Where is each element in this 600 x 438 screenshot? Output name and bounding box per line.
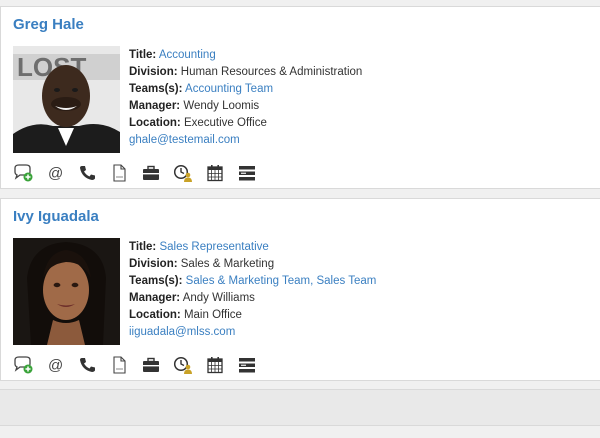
phone-icon[interactable]: [77, 164, 97, 182]
chat-add-icon[interactable]: [13, 356, 33, 374]
teams-link[interactable]: Accounting Team: [185, 83, 273, 95]
document-icon[interactable]: [109, 356, 129, 374]
division-label: Division:: [129, 66, 178, 78]
svg-text:@: @: [48, 357, 63, 374]
email-link[interactable]: ghale@testemail.com: [129, 134, 240, 146]
briefcase-icon[interactable]: [141, 164, 161, 182]
title-link[interactable]: Accounting: [159, 49, 216, 61]
list-icon[interactable]: [237, 164, 257, 182]
manager-value: Andy Williams: [182, 292, 255, 304]
person-card: Ivy Iguadala Title: Sales Representative…: [0, 198, 600, 381]
person-details: Title: Accounting Division: Human Resour…: [129, 47, 362, 149]
manager-label: Manager:: [129, 100, 181, 112]
location-value: Main Office: [183, 309, 242, 321]
teams-link[interactable]: Sales & Marketing Team, Sales Team: [186, 275, 377, 287]
location-value: Executive Office: [183, 117, 267, 129]
briefcase-icon[interactable]: [141, 356, 161, 374]
division-value: Human Resources & Administration: [180, 66, 363, 78]
teams-label: Teams(s):: [129, 275, 183, 287]
division-value: Sales & Marketing: [180, 258, 275, 270]
person-photo: [13, 238, 120, 345]
clock-user-icon[interactable]: [173, 356, 193, 374]
chat-add-icon[interactable]: [13, 164, 33, 182]
list-footer: [0, 389, 600, 426]
list-icon[interactable]: [237, 356, 257, 374]
person-details: Title: Sales Representative Division: Sa…: [129, 239, 376, 341]
phone-icon[interactable]: [77, 356, 97, 374]
calendar-icon[interactable]: [205, 164, 225, 182]
teams-label: Teams(s):: [129, 83, 183, 95]
clock-user-icon[interactable]: [173, 164, 193, 182]
title-link[interactable]: Sales Representative: [159, 241, 268, 253]
location-label: Location:: [129, 309, 181, 321]
title-label: Title:: [129, 49, 157, 61]
person-photo: LOST: [13, 46, 120, 153]
at-sign-icon[interactable]: @: [45, 164, 65, 182]
calendar-icon[interactable]: [205, 356, 225, 374]
manager-label: Manager:: [129, 292, 181, 304]
svg-text:@: @: [48, 165, 63, 182]
person-name-link[interactable]: Greg Hale: [13, 16, 84, 33]
person-name-link[interactable]: Ivy Iguadala: [13, 208, 99, 225]
document-icon[interactable]: [109, 164, 129, 182]
manager-value: Wendy Loomis: [183, 100, 260, 112]
location-label: Location:: [129, 117, 181, 129]
division-label: Division:: [129, 258, 178, 270]
at-sign-icon[interactable]: @: [45, 356, 65, 374]
person-card: Greg Hale LOST Title: Accounting Divisio…: [0, 6, 600, 189]
title-label: Title:: [129, 241, 157, 253]
email-link[interactable]: iiguadala@mlss.com: [129, 326, 235, 338]
